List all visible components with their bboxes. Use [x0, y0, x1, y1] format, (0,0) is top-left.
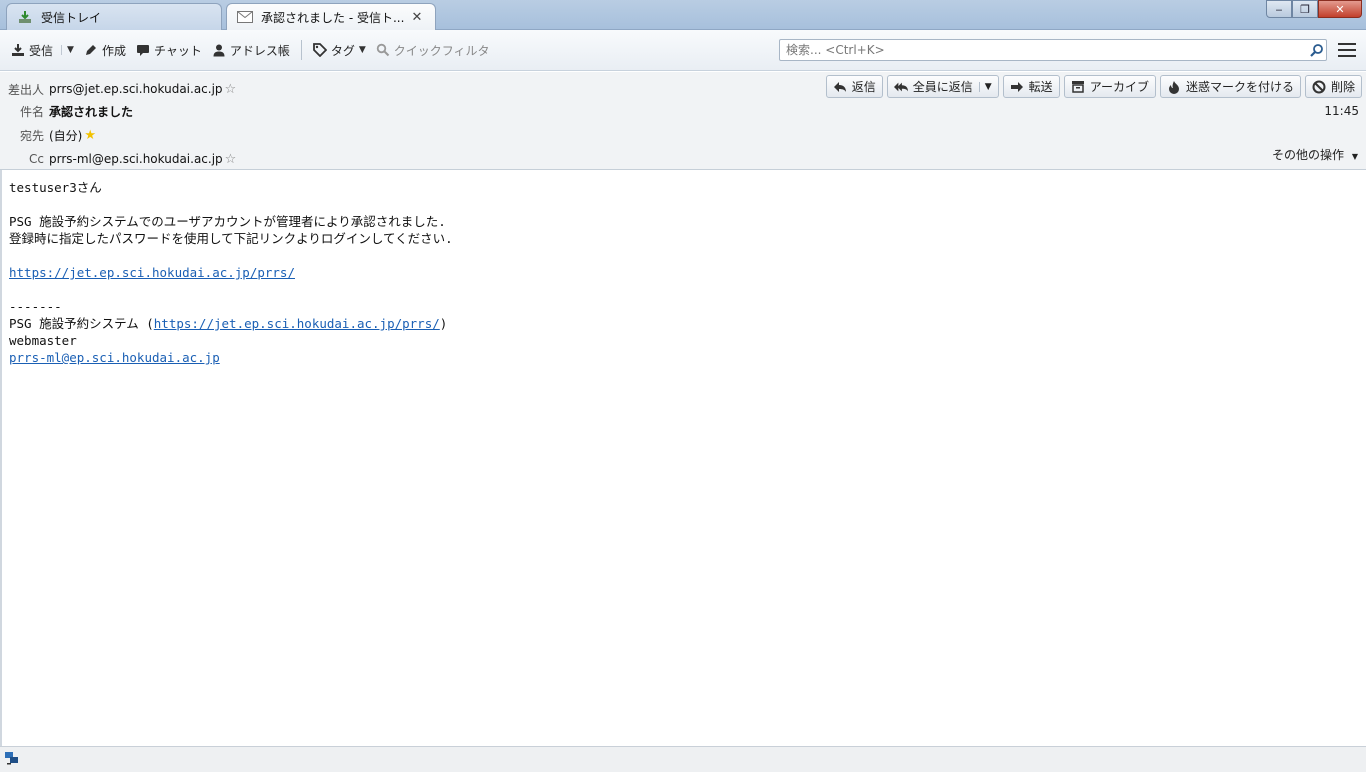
- address-book-label: アドレス帳: [229, 43, 290, 58]
- no-entry-icon: [1312, 80, 1326, 94]
- archive-label: アーカイブ: [1089, 80, 1149, 94]
- signature-link[interactable]: https://jet.ep.sci.hokudai.ac.jp/prrs/: [154, 316, 440, 331]
- get-mail-label: 受信: [29, 43, 54, 58]
- restore-button[interactable]: ❐: [1292, 0, 1318, 18]
- minimize-button[interactable]: ‒: [1266, 0, 1292, 18]
- message-header: 差出人 prrs@jet.ep.sci.hokudai.ac.jp ☆ 件名 承…: [0, 72, 1366, 170]
- forward-arrow-icon: [1010, 80, 1024, 94]
- menu-line: [1338, 49, 1356, 51]
- delete-button[interactable]: 削除: [1304, 75, 1362, 98]
- close-tab-icon[interactable]: ✕: [409, 10, 425, 25]
- chevron-down-icon[interactable]: ▼: [978, 81, 992, 92]
- body-line: PSG 施設予約システムでのユーザアカウントが管理者により承認されました.: [9, 214, 446, 229]
- status-bar: [0, 746, 1366, 772]
- more-actions-label: その他の操作: [1272, 148, 1345, 162]
- pencil-icon: [84, 43, 98, 57]
- network-status-icon[interactable]: [4, 751, 20, 765]
- reply-arrow-icon: [833, 80, 847, 94]
- subject-row: 件名 承認されました: [0, 102, 133, 120]
- message-time: 11:45: [1324, 104, 1359, 118]
- pane-border: [0, 170, 2, 746]
- tag-icon: [312, 43, 327, 57]
- quick-filter-label: クイックフィルタ: [393, 43, 490, 58]
- message-body: testuser3さん PSG 施設予約システムでのユーザアカウントが管理者によ…: [9, 179, 1349, 366]
- tab-label: 承認されました - 受信ト...: [261, 10, 405, 25]
- to-value[interactable]: (自分): [49, 127, 82, 144]
- download-icon: [11, 43, 25, 57]
- subject-label: 件名: [19, 104, 44, 119]
- inbox-download-icon: [17, 9, 33, 25]
- signature-prefix: PSG 施設予約システム (: [9, 316, 154, 331]
- reply-label: 返信: [851, 80, 876, 94]
- close-window-button[interactable]: ✕: [1318, 0, 1362, 18]
- from-address[interactable]: prrs@jet.ep.sci.hokudai.ac.jp: [49, 82, 223, 96]
- star-outline-icon[interactable]: ☆: [225, 152, 237, 167]
- archive-button[interactable]: アーカイブ: [1063, 75, 1156, 98]
- compose-button[interactable]: 作成: [79, 37, 131, 63]
- chevron-down-icon: ▼: [358, 45, 366, 55]
- signature-separator: -------: [9, 299, 62, 314]
- get-mail-dropdown-icon[interactable]: ▼: [61, 45, 74, 55]
- junk-button[interactable]: 迷惑マークを付ける: [1159, 75, 1301, 98]
- more-actions-button[interactable]: その他の操作 ▼: [1272, 146, 1358, 163]
- tab-label: 受信トレイ: [41, 10, 102, 25]
- from-label: 差出人: [7, 82, 44, 97]
- forward-label: 転送: [1028, 80, 1053, 94]
- chat-button[interactable]: チャット: [131, 37, 207, 63]
- greeting-line: testuser3さん: [9, 180, 102, 195]
- person-icon: [212, 43, 226, 57]
- cc-address[interactable]: prrs-ml@ep.sci.hokudai.ac.jp: [49, 152, 223, 166]
- signature-email-link[interactable]: prrs-ml@ep.sci.hokudai.ac.jp: [9, 350, 220, 365]
- archive-box-icon: [1071, 80, 1085, 94]
- from-row: 差出人 prrs@jet.ep.sci.hokudai.ac.jp ☆: [0, 80, 236, 98]
- quick-filter-button[interactable]: クイックフィルタ: [371, 37, 495, 63]
- magnifier-icon: [376, 43, 390, 57]
- toolbar-separator: [300, 40, 302, 60]
- reply-all-icon: [893, 80, 908, 94]
- menu-line: [1338, 43, 1356, 45]
- forward-button[interactable]: 転送: [1002, 75, 1060, 98]
- tab-message[interactable]: 承認されました - 受信ト... ✕: [226, 3, 436, 30]
- reply-all-button[interactable]: 全員に返信 ▼: [886, 75, 999, 98]
- search-box[interactable]: [779, 39, 1327, 61]
- chat-bubble-icon: [136, 43, 150, 57]
- envelope-icon: [237, 9, 253, 25]
- reply-all-label: 全員に返信: [912, 80, 973, 94]
- signature-suffix: ): [439, 316, 448, 331]
- body-line: 登録時に指定したパスワードを使用して下記リンクよりログインしてください.: [9, 231, 453, 246]
- chat-label: チャット: [153, 43, 202, 58]
- search-input[interactable]: [786, 43, 1308, 57]
- tab-inbox[interactable]: 受信トレイ: [6, 3, 222, 30]
- get-mail-button[interactable]: 受信 ▼: [6, 37, 79, 63]
- app-menu-button[interactable]: [1336, 41, 1358, 59]
- to-row: 宛先 (自分) ★: [0, 126, 96, 144]
- signature-name: webmaster: [9, 333, 77, 348]
- star-filled-icon[interactable]: ★: [84, 128, 96, 143]
- star-outline-icon[interactable]: ☆: [225, 82, 237, 97]
- to-label: 宛先: [19, 128, 44, 143]
- window-controls: ‒ ❐ ✕: [1266, 0, 1362, 18]
- main-toolbar: 受信 ▼ 作成 チャット アドレス帳 タグ ▼ クイックフィルタ: [0, 30, 1366, 71]
- search-icon[interactable]: [1308, 41, 1326, 59]
- reply-button[interactable]: 返信: [825, 75, 883, 98]
- flame-icon: [1167, 80, 1181, 94]
- delete-label: 削除: [1330, 80, 1355, 94]
- login-link[interactable]: https://jet.ep.sci.hokudai.ac.jp/prrs/: [9, 265, 295, 280]
- title-bar: 受信トレイ 承認されました - 受信ト... ✕ ‒ ❐ ✕: [0, 0, 1366, 30]
- subject-value: 承認されました: [49, 104, 134, 119]
- cc-label: Cc: [29, 152, 44, 166]
- menu-line: [1338, 55, 1356, 57]
- header-actions: 返信 全員に返信 ▼ 転送 アーカイブ 迷惑マークを付ける 削除: [825, 75, 1362, 98]
- junk-label: 迷惑マークを付ける: [1185, 80, 1294, 94]
- chevron-down-icon: ▼: [1351, 152, 1358, 161]
- tag-label: タグ: [330, 43, 355, 58]
- tag-button[interactable]: タグ ▼: [308, 37, 371, 63]
- address-book-button[interactable]: アドレス帳: [207, 37, 295, 63]
- compose-label: 作成: [101, 43, 126, 58]
- cc-row: Cc prrs-ml@ep.sci.hokudai.ac.jp ☆: [0, 150, 236, 168]
